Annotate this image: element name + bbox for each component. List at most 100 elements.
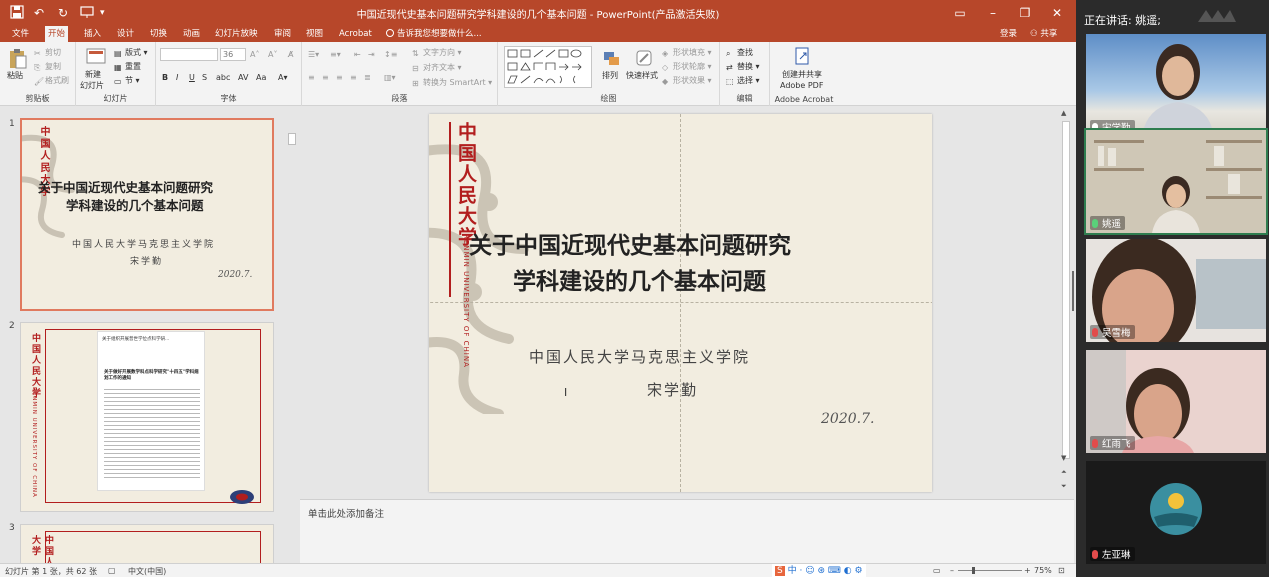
slide-thumbnail-3[interactable]: 中国人民大学 <box>20 524 274 563</box>
share-button[interactable]: ⚇ 共享 <box>1030 26 1057 42</box>
ime-voice-icon[interactable]: ⊛ <box>818 566 826 576</box>
tab-animations[interactable]: 动画 <box>180 26 203 42</box>
slide-editor[interactable]: 中国人民大学 RENMIN UNIVERSITY OF CHINA 关于中国近现… <box>300 107 1074 499</box>
cut-button[interactable]: ✂ 剪切 <box>34 47 61 58</box>
close-icon[interactable]: ✕ <box>1042 3 1072 23</box>
select-button[interactable]: ⬚ 选择 ▾ <box>726 75 760 86</box>
increase-indent-icon[interactable]: ⇥ <box>368 49 375 60</box>
font-name-combo[interactable] <box>160 48 218 61</box>
ime-logo-icon[interactable]: S <box>775 566 785 576</box>
tab-acrobat[interactable]: Acrobat <box>336 26 375 42</box>
notes-pane[interactable]: 单击此处添加备注 <box>300 499 1074 563</box>
quick-styles-button[interactable]: 快速样式 <box>626 70 658 81</box>
section-button[interactable]: ▭ 节 ▾ <box>114 75 140 86</box>
strikethrough-icon[interactable]: abc <box>216 72 230 83</box>
video-tile-4[interactable]: 红雨飞 <box>1086 350 1266 453</box>
language-indicator[interactable]: 中文(中国) <box>128 566 166 577</box>
justify-icon[interactable]: ≡ <box>350 72 357 83</box>
quick-styles-icon[interactable] <box>634 48 654 68</box>
current-slide[interactable]: 中国人民大学 RENMIN UNIVERSITY OF CHINA 关于中国近现… <box>429 114 932 492</box>
ime-punct-icon[interactable]: · <box>799 566 802 576</box>
shape-effects-button[interactable]: ◆ 形状效果 ▾ <box>662 75 712 86</box>
layout-button[interactable]: ▤ 版式 ▾ <box>114 47 148 58</box>
columns-icon[interactable]: ▥▾ <box>384 72 396 83</box>
editor-scrollbar[interactable]: ▲ ▼ ⏶ ⏷ <box>1060 107 1072 499</box>
replace-button[interactable]: ⇄ 替换 ▾ <box>726 61 760 72</box>
normal-view-icon[interactable]: ▭ <box>933 566 941 575</box>
slide-thumbnails-pane[interactable]: 1 中国人民大学 关于中国近现代史基本问题研究 学科建设的几个基本问题 中国人民… <box>0 107 300 563</box>
slide-author[interactable]: 宋学勤 <box>647 379 698 400</box>
create-pdf-label-1[interactable]: 创建并共享 <box>782 69 822 80</box>
zoom-level[interactable]: 75% <box>1034 566 1052 575</box>
video-tile-2[interactable]: 姚遥 <box>1084 128 1268 235</box>
font-size-combo[interactable]: 36 <box>220 48 246 61</box>
create-pdf-label-2[interactable]: Adobe PDF <box>780 80 823 91</box>
change-case-icon[interactable]: Aa <box>256 72 266 83</box>
maximize-icon[interactable]: ❐ <box>1010 3 1040 23</box>
tab-view[interactable]: 视图 <box>303 26 326 42</box>
italic-icon[interactable]: I <box>176 72 178 83</box>
shadow-icon[interactable]: S <box>202 72 207 83</box>
zoom-out-icon[interactable]: – <box>950 566 954 575</box>
tab-insert[interactable]: 插入 <box>81 26 104 42</box>
slide-thumbnail-2[interactable]: 中国人民大学 RENMIN UNIVERSITY OF CHINA 关于组织开展… <box>20 322 274 512</box>
minimize-icon[interactable]: – <box>978 3 1008 23</box>
new-slide-label-1[interactable]: 新建 <box>85 69 101 80</box>
tab-home[interactable]: 开始 <box>45 26 69 42</box>
ime-settings-icon[interactable]: ⚙ <box>855 566 863 576</box>
arrange-icon[interactable] <box>602 50 622 70</box>
decrease-indent-icon[interactable]: ⇤ <box>354 49 361 60</box>
zoom-in-icon[interactable]: + <box>1024 566 1031 575</box>
tab-file[interactable]: 文件 <box>9 26 32 42</box>
numbering-icon[interactable]: ≡▾ <box>330 49 341 60</box>
next-slide-icon[interactable]: ⏷ <box>1061 482 1067 491</box>
create-pdf-icon[interactable] <box>794 47 814 67</box>
slide-date[interactable]: 2020.7. <box>821 411 874 427</box>
thumbnails-scrollbar[interactable] <box>286 117 298 563</box>
new-slide-label-2[interactable]: 幻灯片 <box>80 80 104 91</box>
video-tile-5[interactable]: 左亚琳 <box>1086 461 1266 564</box>
align-left-icon[interactable]: ≡ <box>308 72 315 83</box>
tab-transitions[interactable]: 切换 <box>147 26 170 42</box>
tab-design[interactable]: 设计 <box>114 26 137 42</box>
shape-fill-button[interactable]: ◈ 形状填充 ▾ <box>662 47 712 58</box>
slide-title-line2[interactable]: 学科建设的几个基本问题 <box>513 262 766 296</box>
clear-format-icon[interactable]: A̸ <box>288 49 293 60</box>
paste-icon[interactable] <box>8 48 28 69</box>
arrange-button[interactable]: 排列 <box>602 70 618 81</box>
distribute-icon[interactable]: ≣ <box>364 72 371 83</box>
format-painter-button[interactable]: 🖌格式刷 <box>34 75 69 86</box>
align-center-icon[interactable]: ≡ <box>322 72 329 83</box>
tab-review[interactable]: 审阅 <box>271 26 294 42</box>
editor-scroll-thumb[interactable] <box>1062 121 1070 459</box>
ribbon-display-icon[interactable]: ▭ <box>945 3 975 23</box>
shrink-font-icon[interactable]: A˅ <box>268 49 277 60</box>
line-spacing-icon[interactable]: ↕≡ <box>384 49 397 60</box>
bold-icon[interactable]: B <box>162 72 168 83</box>
spellcheck-icon[interactable]: ▢ <box>108 566 116 575</box>
shape-outline-button[interactable]: ◇ 形状轮廓 ▾ <box>662 61 712 72</box>
ime-keyboard-icon[interactable]: ⌨ <box>828 566 841 576</box>
paste-button[interactable]: 粘贴 <box>7 70 23 81</box>
new-slide-icon[interactable] <box>86 47 106 67</box>
spacing-icon[interactable]: AV <box>238 72 248 83</box>
underline-icon[interactable]: U <box>189 72 195 83</box>
find-button[interactable]: ⌕ 查找 <box>726 47 753 58</box>
tell-me-search[interactable]: 告诉我您想要做什么... <box>386 27 482 41</box>
slide-thumbnail-1[interactable]: 中国人民大学 关于中国近现代史基本问题研究 学科建设的几个基本问题 中国人民大学… <box>20 118 274 311</box>
scroll-thumb[interactable] <box>288 133 296 145</box>
zoom-slider[interactable] <box>958 567 1022 574</box>
ime-emoji-icon[interactable]: ☺ <box>805 566 814 576</box>
reset-button[interactable]: ▦ 重置 <box>114 61 141 72</box>
ime-skin-icon[interactable]: ◐ <box>844 566 852 576</box>
align-right-icon[interactable]: ≡ <box>336 72 343 83</box>
scroll-up-icon[interactable]: ▲ <box>1061 109 1066 117</box>
font-color-icon[interactable]: A▾ <box>278 72 288 83</box>
video-tile-3[interactable]: 吴雪梅 <box>1086 239 1266 342</box>
bullets-icon[interactable]: ☰▾ <box>308 49 319 60</box>
ime-toolbar[interactable]: S 中 · ☺ ⊛ ⌨ ◐ ⚙ <box>772 564 866 577</box>
fit-slide-icon[interactable]: ⊡ <box>1058 566 1065 575</box>
align-text-button[interactable]: ⊟ 对齐文本 ▾ <box>412 62 462 73</box>
video-tile-1[interactable]: 宋学勤 <box>1086 34 1266 137</box>
scroll-down-icon[interactable]: ▼ <box>1061 454 1066 462</box>
